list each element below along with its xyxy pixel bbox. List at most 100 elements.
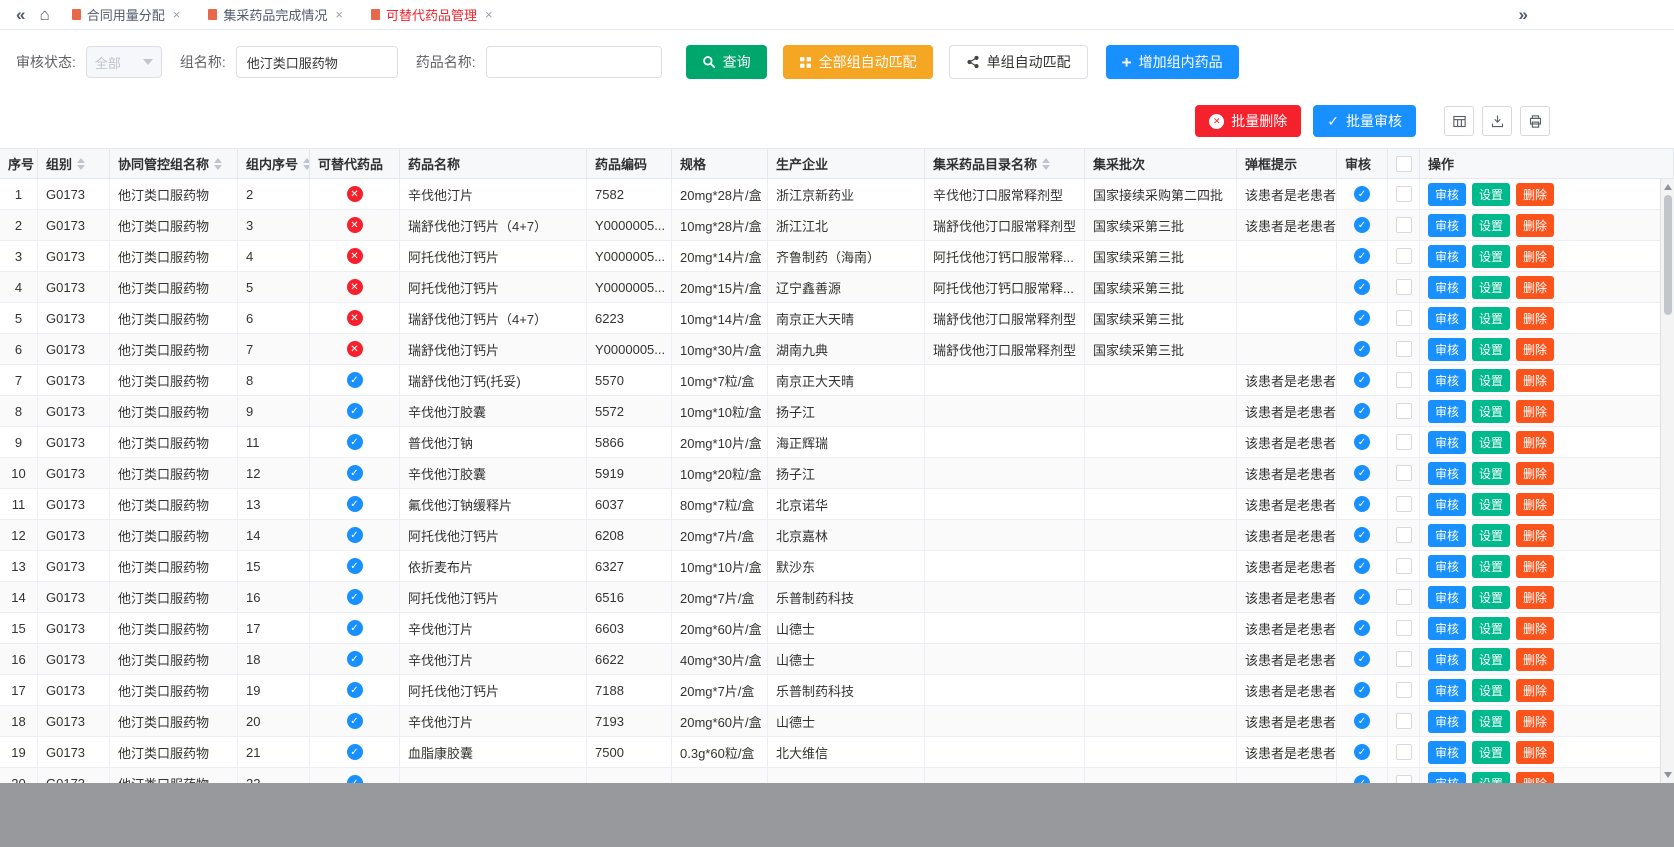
select-all-checkbox[interactable] [1396, 156, 1412, 172]
row-setting-button[interactable]: 设置 [1472, 214, 1510, 237]
row-setting-button[interactable]: 设置 [1472, 555, 1510, 578]
row-checkbox[interactable] [1396, 527, 1412, 543]
sort-icon[interactable] [303, 158, 310, 170]
tab-procurement-drug-completion[interactable]: 集采药品完成情况× [194, 0, 357, 29]
vertical-scrollbar[interactable] [1660, 179, 1674, 783]
row-audit-button[interactable]: 审核 [1428, 741, 1466, 764]
row-delete-button[interactable]: 删除 [1516, 462, 1554, 485]
auto-match-single-button[interactable]: 单组自动匹配 [949, 45, 1088, 79]
tabs-scroll-right-icon[interactable]: » [1513, 5, 1534, 25]
row-checkbox[interactable] [1396, 620, 1412, 636]
batch-audit-button[interactable]: ✓ 批量审核 [1313, 105, 1416, 137]
row-checkbox[interactable] [1396, 682, 1412, 698]
batch-delete-button[interactable]: ✕ 批量删除 [1195, 105, 1301, 137]
row-setting-button[interactable]: 设置 [1472, 617, 1510, 640]
row-delete-button[interactable]: 删除 [1516, 338, 1554, 361]
row-setting-button[interactable]: 设置 [1472, 338, 1510, 361]
row-checkbox[interactable] [1396, 496, 1412, 512]
row-checkbox[interactable] [1396, 589, 1412, 605]
column-header-inner_seq[interactable]: 组内序号 [238, 149, 310, 179]
sort-icon[interactable] [214, 158, 222, 170]
close-icon[interactable]: × [173, 7, 181, 22]
group-name-input[interactable] [236, 46, 398, 78]
row-delete-button[interactable]: 删除 [1516, 617, 1554, 640]
row-checkbox[interactable] [1396, 775, 1412, 783]
auto-match-all-button[interactable]: 全部组自动匹配 [783, 45, 933, 79]
row-audit-button[interactable]: 审核 [1428, 276, 1466, 299]
tabs-scroll-left-icon[interactable]: « [10, 5, 31, 25]
row-delete-button[interactable]: 删除 [1516, 276, 1554, 299]
row-checkbox[interactable] [1396, 713, 1412, 729]
row-delete-button[interactable]: 删除 [1516, 369, 1554, 392]
column-header-group[interactable]: 组别 [38, 149, 110, 179]
query-button[interactable]: 查询 [686, 45, 767, 79]
home-icon[interactable]: ⌂ [31, 5, 57, 25]
scroll-down-icon[interactable] [1664, 772, 1672, 778]
row-checkbox[interactable] [1396, 279, 1412, 295]
row-setting-button[interactable]: 设置 [1472, 679, 1510, 702]
row-checkbox[interactable] [1396, 372, 1412, 388]
row-delete-button[interactable]: 删除 [1516, 710, 1554, 733]
sort-icon[interactable] [77, 158, 85, 170]
table-columns-icon[interactable] [1444, 106, 1474, 136]
row-delete-button[interactable]: 删除 [1516, 431, 1554, 454]
row-setting-button[interactable]: 设置 [1472, 369, 1510, 392]
row-audit-button[interactable]: 审核 [1428, 462, 1466, 485]
row-checkbox[interactable] [1396, 744, 1412, 760]
drug-name-input[interactable] [486, 46, 662, 78]
row-checkbox[interactable] [1396, 403, 1412, 419]
column-header-group_name[interactable]: 协同管控组名称 [110, 149, 238, 179]
row-delete-button[interactable]: 删除 [1516, 493, 1554, 516]
row-checkbox[interactable] [1396, 651, 1412, 667]
audit-status-select[interactable]: 全部 [86, 46, 162, 78]
row-setting-button[interactable]: 设置 [1472, 276, 1510, 299]
row-delete-button[interactable]: 删除 [1516, 400, 1554, 423]
row-audit-button[interactable]: 审核 [1428, 555, 1466, 578]
print-icon[interactable] [1520, 106, 1550, 136]
row-setting-button[interactable]: 设置 [1472, 524, 1510, 547]
row-checkbox[interactable] [1396, 341, 1412, 357]
row-checkbox[interactable] [1396, 310, 1412, 326]
row-audit-button[interactable]: 审核 [1428, 679, 1466, 702]
row-checkbox[interactable] [1396, 248, 1412, 264]
add-group-drug-button[interactable]: + 增加组内药品 [1106, 45, 1239, 79]
export-icon[interactable] [1482, 106, 1512, 136]
row-audit-button[interactable]: 审核 [1428, 369, 1466, 392]
row-checkbox[interactable] [1396, 434, 1412, 450]
row-checkbox[interactable] [1396, 465, 1412, 481]
row-audit-button[interactable]: 审核 [1428, 307, 1466, 330]
row-audit-button[interactable]: 审核 [1428, 214, 1466, 237]
row-setting-button[interactable]: 设置 [1472, 183, 1510, 206]
row-delete-button[interactable]: 删除 [1516, 586, 1554, 609]
row-delete-button[interactable]: 删除 [1516, 183, 1554, 206]
row-checkbox[interactable] [1396, 186, 1412, 202]
row-setting-button[interactable]: 设置 [1472, 586, 1510, 609]
row-setting-button[interactable]: 设置 [1472, 245, 1510, 268]
row-checkbox[interactable] [1396, 217, 1412, 233]
row-audit-button[interactable]: 审核 [1428, 710, 1466, 733]
row-delete-button[interactable]: 删除 [1516, 648, 1554, 671]
row-audit-button[interactable]: 审核 [1428, 493, 1466, 516]
scrollbar-thumb[interactable] [1664, 195, 1672, 315]
row-setting-button[interactable]: 设置 [1472, 741, 1510, 764]
close-icon[interactable]: × [335, 7, 343, 22]
row-audit-button[interactable]: 审核 [1428, 524, 1466, 547]
scroll-up-icon[interactable] [1664, 184, 1672, 190]
row-setting-button[interactable]: 设置 [1472, 493, 1510, 516]
row-audit-button[interactable]: 审核 [1428, 183, 1466, 206]
row-checkbox[interactable] [1396, 558, 1412, 574]
row-delete-button[interactable]: 删除 [1516, 245, 1554, 268]
row-delete-button[interactable]: 删除 [1516, 741, 1554, 764]
tab-replaceable-drug-management[interactable]: 可替代药品管理× [357, 0, 507, 29]
row-setting-button[interactable]: 设置 [1472, 772, 1510, 784]
row-audit-button[interactable]: 审核 [1428, 338, 1466, 361]
tab-contract-usage-allocation[interactable]: 合同用量分配× [58, 0, 195, 29]
column-header-catalog[interactable]: 集采药品目录名称 [925, 149, 1085, 179]
row-setting-button[interactable]: 设置 [1472, 431, 1510, 454]
row-audit-button[interactable]: 审核 [1428, 586, 1466, 609]
row-delete-button[interactable]: 删除 [1516, 214, 1554, 237]
row-setting-button[interactable]: 设置 [1472, 462, 1510, 485]
row-delete-button[interactable]: 删除 [1516, 679, 1554, 702]
close-icon[interactable]: × [485, 7, 493, 22]
row-setting-button[interactable]: 设置 [1472, 648, 1510, 671]
